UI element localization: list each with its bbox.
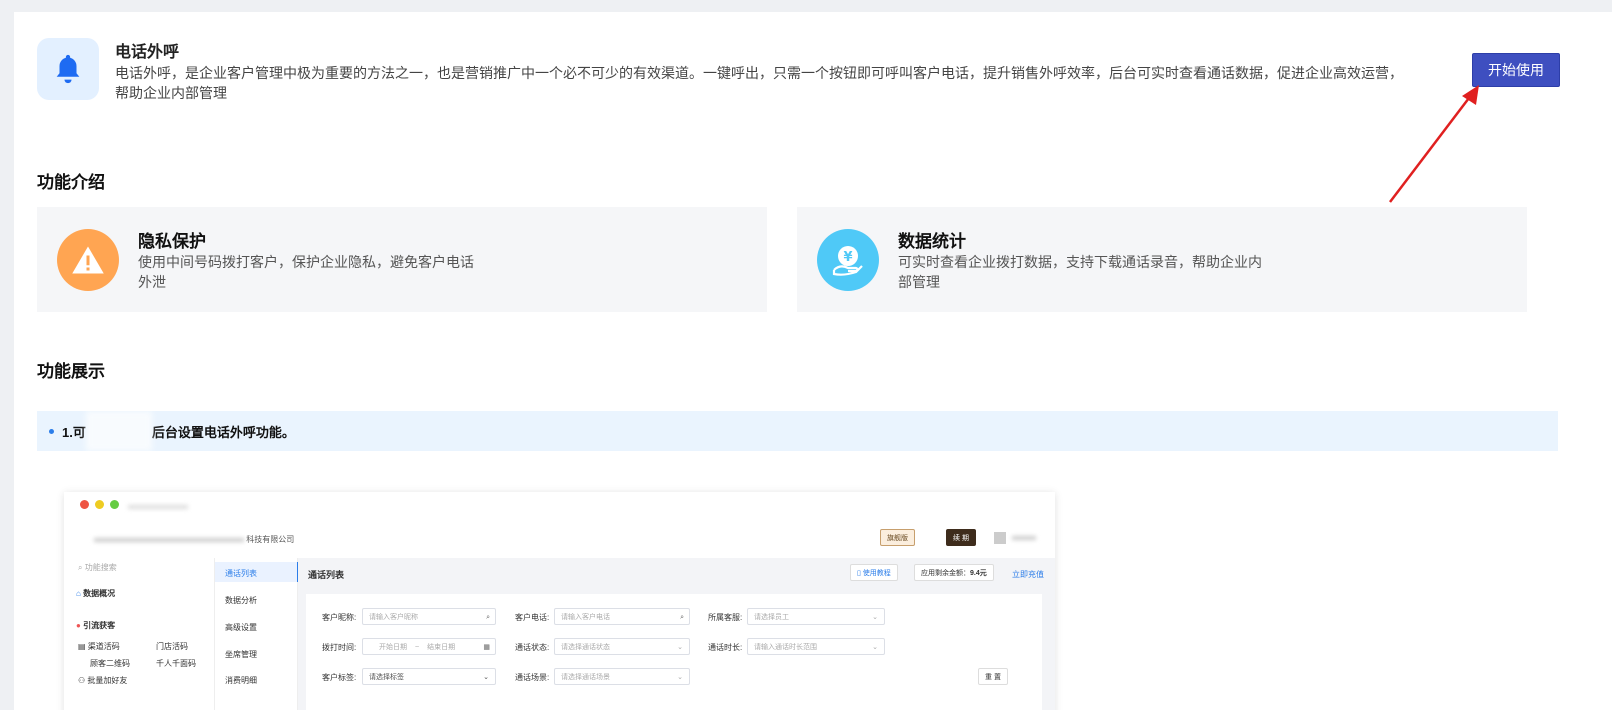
sidebar-item-store-code[interactable]: 门店活码 [156, 641, 188, 652]
filter-label: 通话场景: [515, 673, 550, 682]
sidebar-item-acquire[interactable]: ● 引流获客 [76, 620, 115, 631]
tag-select[interactable]: 请选择标签 ⌄ [362, 668, 496, 685]
app-detail-card: 电话外呼 电话外呼，是企业客户管理中极为重要的方法之一，也是营销推广中一个必不可… [14, 12, 1612, 710]
step-text-left: 1.可 [62, 424, 86, 440]
step-text-right: 后台设置电话外呼功能。 [151, 424, 295, 440]
filter-label: 通话时长: [708, 643, 743, 652]
nickname-input[interactable]: 请输入客户昵称 ⌕ [362, 608, 496, 625]
phone-input[interactable]: 请输入客户电话 ⌕ [554, 608, 690, 625]
screenshot-sidebar: ⌕ 功能搜索 ⌂ 数据概况 ● 引流获客 ▤ 渠道活码 门店活码 顾客二维码 千… [64, 558, 215, 710]
filter-label: 通话状态: [515, 643, 550, 652]
main-title: 通话列表 [308, 570, 345, 580]
screenshot-topbar: 科技有限公司 旗舰版 续 期 [64, 492, 1055, 559]
feature-card-privacy: 隐私保护 使用中间号码拨打客户，保护企业隐私，避免客户电话外泄 [37, 207, 767, 312]
annotation-arrow-icon [1389, 85, 1479, 203]
subnav-item[interactable]: 高级设置 [225, 622, 257, 633]
showcase-title: 功能展示 [37, 362, 105, 381]
sidebar-item-overview[interactable]: ⌂ 数据概况 [76, 588, 115, 599]
feature-title: 数据统计 [898, 232, 966, 251]
feature-screenshot: 科技有限公司 旗舰版 续 期 ⌕ 功能搜索 ⌂ 数据概况 ● 引流获客 ▤ 渠道… [64, 492, 1055, 710]
step-banner: 1.可 后台设置电话外呼功能。 [37, 411, 1558, 451]
filter-label: 客户电话: [515, 613, 550, 622]
scene-select[interactable]: 请选择通话场景 ⌄ [554, 668, 690, 685]
svg-text:¥: ¥ [843, 250, 852, 265]
feature-desc: 使用中间号码拨打客户，保护企业隐私，避免客户电话外泄 [138, 254, 474, 290]
date-range-input[interactable]: 开始日期 ~ 结束日期 ▦ [362, 638, 496, 655]
sidebar-search[interactable]: ⌕ 功能搜索 [78, 562, 117, 573]
warning-icon [57, 229, 119, 291]
filter-label: 客户昵称: [322, 613, 357, 622]
blurred-username [1012, 536, 1036, 540]
subnav-item[interactable]: 坐席管理 [225, 649, 257, 660]
features-title: 功能介绍 [37, 173, 105, 192]
renew-button[interactable]: 续 期 [946, 529, 976, 546]
redacted-blur [85, 411, 152, 451]
duration-select[interactable]: 请输入通话时长范围 ⌄ [747, 638, 885, 655]
flagship-badge: 旗舰版 [880, 529, 915, 546]
screenshot-subnav: 通话列表 数据分析 高级设置 坐席管理 消费明细 [215, 558, 299, 710]
sidebar-item-customer-qr[interactable]: 顾客二维码 [90, 658, 130, 669]
filter-label: 所属客服: [708, 613, 743, 622]
yuan-coin-hand-icon: ¥ [817, 229, 879, 291]
staff-select[interactable]: 请选择员工 ⌄ [747, 608, 885, 625]
tutorial-button[interactable]: ▯ 使用教程 [850, 564, 898, 581]
screenshot-main: 通话列表 ▯ 使用教程 应用剩余金额：9.4元 立即充值 客户昵称: 请输入客户… [298, 558, 1055, 710]
filter-label: 拨打时间: [322, 643, 357, 652]
subnav-item[interactable]: 消费明细 [225, 675, 257, 686]
app-icon [37, 38, 99, 100]
sidebar-item-personal-code[interactable]: 千人千面码 [156, 658, 196, 669]
reset-button[interactable]: 重 置 [978, 668, 1008, 685]
app-title: 电话外呼 [115, 44, 180, 61]
feature-card-stats: ¥ 数据统计 可实时查看企业拨打数据，支持下载通话录音，帮助企业内部管理 [797, 207, 1527, 312]
subnav-item[interactable]: 通话列表 [225, 568, 257, 579]
company-name: 科技有限公司 [94, 534, 294, 545]
sidebar-item-channel-code[interactable]: ▤ 渠道活码 [78, 641, 120, 652]
bell-icon [56, 54, 80, 84]
sidebar-item-batch-add[interactable]: ⚇ 批量加好友 [78, 675, 127, 686]
filter-label: 客户标签: [322, 673, 357, 682]
balance-display: 应用剩余金额：9.4元 [914, 564, 994, 581]
status-select[interactable]: 请选择通话状态 ⌄ [554, 638, 690, 655]
blurred-logo [80, 500, 188, 511]
avatar [994, 532, 1006, 544]
recharge-link[interactable]: 立即充值 [1012, 569, 1044, 580]
feature-title: 隐私保护 [138, 232, 206, 251]
bullet-dot [49, 428, 54, 434]
feature-desc: 可实时查看企业拨打数据，支持下载通话录音，帮助企业内部管理 [898, 254, 1262, 290]
app-description: 电话外呼，是企业客户管理中极为重要的方法之一，也是营销推广中一个必不可少的有效渠… [115, 65, 1403, 101]
subnav-item[interactable]: 数据分析 [225, 595, 257, 606]
